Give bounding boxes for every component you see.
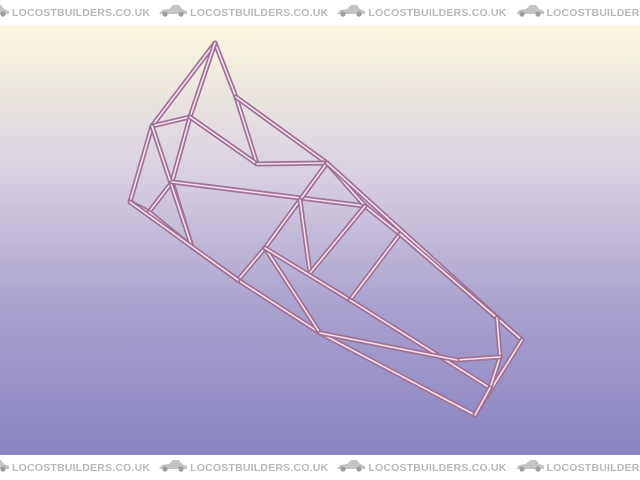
- watermark-item: LOCOSTBUILDERS.CO.UK: [515, 3, 640, 22]
- chassis-tube-highlight: [237, 247, 266, 281]
- watermark-text: LOCOSTBUILDERS.CO.UK: [368, 6, 507, 19]
- watermark-text: LOCOSTBUILDERS.CO.UK: [190, 461, 329, 474]
- chassis-tube-highlight: [264, 247, 321, 334]
- watermark-item: LOCOSTBUILDERS.CO.UK: [0, 458, 150, 477]
- watermark-text: LOCOSTBUILDERS.CO.UK: [12, 461, 151, 474]
- chassis-tube-highlight: [171, 116, 191, 183]
- chassis-tube-highlight: [474, 387, 491, 416]
- watermark-item: LOCOSTBUILDERS.CO.UK: [515, 458, 640, 477]
- chassis-tube-highlight: [235, 96, 328, 164]
- watermark-text: LOCOSTBUILDERS.CO.UK: [546, 6, 640, 19]
- chassis-tube-highlight: [299, 162, 328, 201]
- chassis-tube-highlight: [399, 233, 498, 319]
- watermark-item: LOCOSTBUILDERS.CO.UK: [158, 458, 328, 477]
- car-logo-icon: [0, 3, 12, 22]
- chassis-frame: [127, 40, 525, 418]
- watermark-strip-top: LOCOSTBUILDERS.CO.UK LOCOSTBUILDERS.CO.UK…: [0, 0, 640, 25]
- watermark-item: LOCOSTBUILDERS.CO.UK: [0, 3, 150, 22]
- chassis-tube-highlight: [151, 42, 216, 127]
- car-logo-icon: [0, 458, 12, 477]
- watermark-row-top: LOCOSTBUILDERS.CO.UK LOCOSTBUILDERS.CO.UK…: [0, 0, 640, 25]
- chassis-tube-highlight: [189, 42, 216, 118]
- chassis-tube-highlight: [299, 199, 311, 274]
- chassis-tube-highlight: [309, 205, 366, 274]
- watermark-item: LOCOSTBUILDERS.CO.UK: [336, 458, 506, 477]
- watermark-item: LOCOSTBUILDERS.CO.UK: [336, 3, 506, 22]
- car-logo-icon: [336, 3, 368, 22]
- chassis-tube-highlight: [237, 279, 321, 334]
- watermark-text: LOCOSTBUILDERS.CO.UK: [368, 461, 507, 474]
- watermark-text: LOCOSTBUILDERS.CO.UK: [190, 6, 329, 19]
- car-logo-icon: [158, 458, 190, 477]
- car-logo-icon: [515, 3, 547, 22]
- chassis-tube-highlight: [349, 233, 401, 301]
- chassis-tube-highlight: [171, 181, 366, 207]
- chassis-tube-highlight: [319, 332, 476, 416]
- model-viewport[interactable]: [0, 25, 640, 455]
- watermark-text: LOCOSTBUILDERS.CO.UK: [12, 6, 151, 19]
- chassis-tube-highlight: [256, 162, 328, 165]
- watermark-text: LOCOSTBUILDERS.CO.UK: [546, 461, 640, 474]
- chassis-tube-highlight: [264, 199, 301, 249]
- car-logo-icon: [158, 3, 190, 22]
- chassis-tube-highlight: [214, 42, 237, 98]
- chassis-tube-highlight: [148, 181, 173, 213]
- car-logo-icon: [515, 458, 547, 477]
- watermark-strip-bottom: LOCOSTBUILDERS.CO.UK LOCOSTBUILDERS.CO.UK…: [0, 455, 640, 480]
- car-logo-icon: [336, 458, 368, 477]
- watermark-item: LOCOSTBUILDERS.CO.UK: [158, 3, 328, 22]
- watermark-row-bottom: LOCOSTBUILDERS.CO.UK LOCOSTBUILDERS.CO.UK…: [0, 455, 640, 480]
- chassis-tube-highlight: [129, 125, 153, 203]
